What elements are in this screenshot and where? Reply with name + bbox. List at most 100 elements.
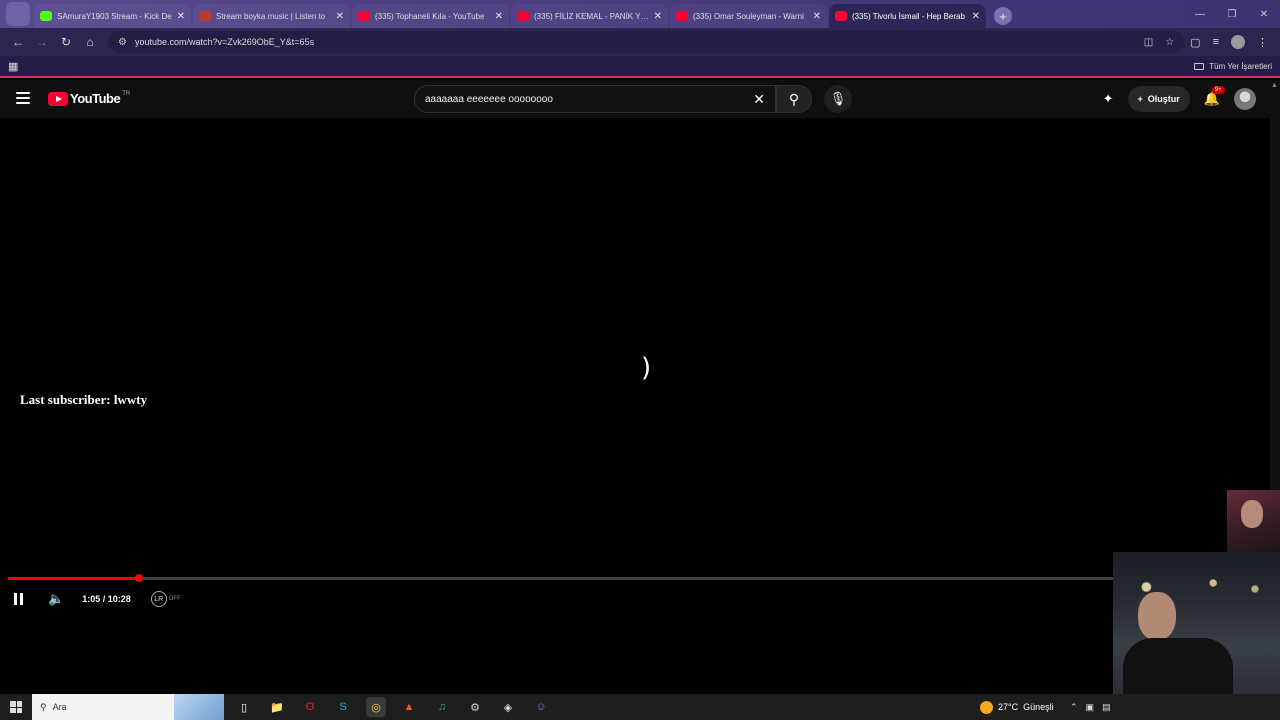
- taskbar-search-placeholder: Ara: [52, 702, 67, 712]
- voice-search-button[interactable]: 🎙: [824, 85, 852, 113]
- all-bookmarks-button[interactable]: Tüm Yer İşaretleri: [1194, 62, 1272, 71]
- spotify-icon[interactable]: ♫: [432, 697, 452, 717]
- create-label: Oluştur: [1147, 94, 1180, 104]
- close-window-icon[interactable]: ✕: [1248, 0, 1280, 28]
- search-button[interactable]: ⚲: [776, 85, 812, 113]
- tab-title: Stream boyka music | Listen to: [216, 11, 326, 21]
- minimize-icon[interactable]: —: [1184, 0, 1216, 28]
- window-controls: — ❐ ✕: [1184, 0, 1280, 28]
- video-player[interactable]: ) Last subscriber: lwwty 🔈 1:05 / 10:28 …: [0, 118, 1270, 618]
- discord-icon[interactable]: ☺: [531, 697, 551, 717]
- profile-icon[interactable]: [1231, 35, 1245, 49]
- bookmarks-bar: ▦ Tüm Yer İşaretleri: [0, 56, 1280, 78]
- extensions-icon[interactable]: ▢: [1190, 36, 1200, 49]
- bookmark-star-icon[interactable]: ☆: [1165, 37, 1174, 48]
- apps-grid-icon[interactable]: ▦: [8, 60, 18, 73]
- menu-icon[interactable]: ⋮: [1257, 36, 1268, 49]
- tab-close-icon[interactable]: ✕: [813, 11, 821, 22]
- create-button[interactable]: + Oluştur: [1127, 86, 1190, 112]
- all-bookmarks-label: Tüm Yer İşaretleri: [1209, 61, 1272, 71]
- skype-icon[interactable]: S: [333, 697, 353, 717]
- tab-strip: SAmuraY1903 Stream - Kick De ✕ Stream boyk…: [0, 0, 1280, 28]
- tab[interactable]: (335) Omar Souleyman - Warni ✕: [670, 4, 827, 28]
- sun-icon: [980, 700, 993, 714]
- address-bar-row: ← → ↻ ⌂ ⚙ youtube.com/watch?v=Zvk269ObE_…: [0, 28, 1280, 56]
- tab-title: SAmuraY1903 Stream - Kick De: [57, 11, 172, 21]
- chevron-up-icon[interactable]: ⌃: [1070, 702, 1078, 713]
- tab-close-icon[interactable]: ✕: [654, 11, 662, 22]
- plus-icon: +: [1137, 94, 1143, 104]
- tab-list: SAmuraY1903 Stream - Kick De ✕ Stream boyk…: [34, 4, 988, 28]
- youtube-favicon-icon: [358, 11, 370, 21]
- install-icon[interactable]: ◫: [1144, 37, 1153, 48]
- home-icon[interactable]: ⌂: [78, 30, 102, 54]
- weather-widget[interactable]: 27°C Güneşli: [980, 694, 1054, 720]
- youtube-favicon-icon: [676, 11, 688, 21]
- display-icon[interactable]: ▤: [1102, 702, 1111, 713]
- restore-icon[interactable]: ❐: [1216, 0, 1248, 28]
- search-highlight-image: [174, 694, 224, 720]
- last-subscriber-overlay: Last subscriber: lwwty: [20, 392, 148, 407]
- tab[interactable]: (335) Tophaneli Kıla - YouTube ✕: [352, 4, 509, 28]
- system-tray: ⌃ ▣ ▤: [1070, 694, 1111, 720]
- webcam-face: [1241, 500, 1263, 528]
- tab-search-button[interactable]: [6, 2, 30, 26]
- taskbar-search[interactable]: ⚲ Ara: [32, 694, 224, 720]
- loading-spinner-icon: ): [641, 353, 652, 383]
- tab-close-icon[interactable]: ✕: [177, 11, 185, 22]
- webcam-person-head: [1138, 592, 1176, 640]
- clear-search-icon[interactable]: ✕: [753, 91, 765, 108]
- pause-icon[interactable]: [14, 592, 28, 606]
- youtube-header: YouTube TR aaaaaaa eeeeeee oooooooo ✕ ⚲ …: [0, 80, 1270, 118]
- site-info-icon[interactable]: ⚙: [118, 37, 127, 48]
- search-icon: ⚲: [788, 90, 800, 107]
- hamburger-menu-icon[interactable]: [16, 92, 30, 104]
- kick-favicon-icon: [40, 11, 52, 21]
- tab-title: (335) Tophaneli Kıla - YouTube: [375, 11, 485, 21]
- chrome-icon[interactable]: ◎: [366, 697, 386, 717]
- tab[interactable]: Stream boyka music | Listen to ✕: [193, 4, 350, 28]
- notifications-button[interactable]: 🔔 9+: [1204, 86, 1225, 107]
- task-view-icon[interactable]: ▯: [234, 697, 254, 717]
- tab-close-icon[interactable]: ✕: [972, 11, 980, 22]
- region-code: TR: [122, 91, 131, 97]
- forward-icon[interactable]: →: [30, 30, 54, 54]
- app-icon[interactable]: ◈: [498, 697, 518, 717]
- tab-title: (335) Tivorlu İsmail - Hep Berab: [852, 11, 965, 21]
- file-explorer-icon[interactable]: 📁: [267, 697, 287, 717]
- reload-icon[interactable]: ↻: [54, 30, 78, 54]
- webcam-small: [1227, 490, 1280, 552]
- steam-icon[interactable]: ⚙: [465, 697, 485, 717]
- tab-active[interactable]: (335) Tivorlu İsmail - Hep Berab ✕: [829, 4, 986, 28]
- brave-icon[interactable]: ▲: [399, 697, 419, 717]
- stream-favicon-icon: [199, 11, 211, 21]
- progress-bar[interactable]: [8, 574, 1270, 582]
- autoplay-off-label: OFF: [168, 596, 181, 602]
- new-tab-button[interactable]: +: [994, 7, 1012, 25]
- autoplay-badge[interactable]: LR: [150, 591, 167, 607]
- opera-icon[interactable]: O: [300, 697, 320, 717]
- volume-icon[interactable]: 🔈: [48, 591, 64, 607]
- url-bar[interactable]: ⚙ youtube.com/watch?v=Zvk269ObE_Y&t=65s …: [108, 31, 1185, 53]
- tab-close-icon[interactable]: ✕: [336, 11, 344, 22]
- tab-title: (335) Omar Souleyman - Warni: [693, 11, 804, 21]
- folder-icon: [1194, 62, 1205, 70]
- microphone-icon: 🎙: [829, 91, 847, 106]
- back-icon[interactable]: ←: [6, 30, 30, 54]
- toolbar-icons: ▢ ≡ ⋮: [1190, 35, 1274, 49]
- progress-scrubber[interactable]: [135, 574, 144, 582]
- tab-close-icon[interactable]: ✕: [495, 11, 503, 22]
- notification-badge: 9+: [1211, 86, 1225, 94]
- windows-start-icon[interactable]: [10, 701, 22, 713]
- avatar[interactable]: [1234, 88, 1256, 110]
- premium-gem-icon[interactable]: ✦: [1103, 91, 1114, 107]
- tab[interactable]: SAmuraY1903 Stream - Kick De ✕: [34, 4, 191, 28]
- url-text: youtube.com/watch?v=Zvk269ObE_Y&t=65s: [134, 37, 315, 47]
- youtube-play-icon: [48, 91, 68, 106]
- search-input[interactable]: aaaaaaa eeeeeee oooooooo ✕: [414, 85, 776, 113]
- tab[interactable]: (335) FİLİZ KEMAL - PANİK YOK ✕: [511, 4, 668, 28]
- youtube-logo[interactable]: YouTube TR: [48, 91, 130, 106]
- webcam-background-lights: [1113, 567, 1280, 607]
- network-icon[interactable]: ▣: [1086, 702, 1095, 713]
- media-control-icon[interactable]: ≡: [1213, 36, 1219, 48]
